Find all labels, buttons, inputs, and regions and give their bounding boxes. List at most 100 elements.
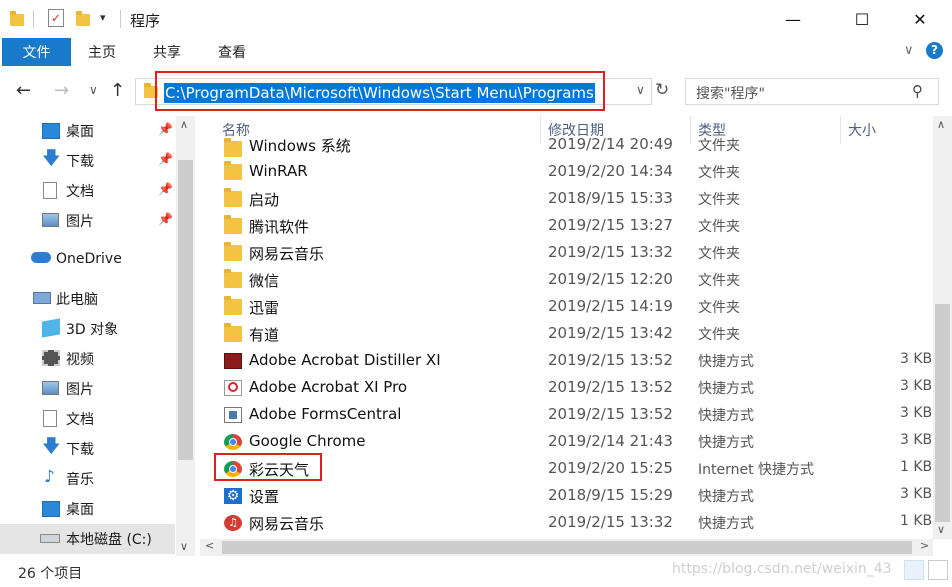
tab-view[interactable]: 查看 [218,38,246,66]
folder-icon [224,269,242,288]
item-count: 26 个项目 [18,566,83,582]
nav-item-pictures-pc[interactable]: 图片 [0,374,175,404]
file-row[interactable]: WinRAR 2019/2/20 14:34 文件夹 [200,158,933,185]
scroll-left-icon[interactable]: < [205,539,214,552]
nav-item-this-pc[interactable]: 此电脑 [0,284,175,314]
nav-item-3d-objects[interactable]: 3D 对象 [0,314,175,344]
picture-icon [42,213,59,227]
pin-icon[interactable]: 📌 [158,182,173,196]
file-row[interactable]: Adobe Acrobat Distiller XI 2019/2/15 13:… [200,347,933,374]
pin-icon[interactable]: 📌 [158,212,173,226]
back-arrow-icon[interactable]: ← [16,80,31,101]
refresh-icon[interactable]: ↻ [655,80,669,100]
scroll-down-icon[interactable]: ∨ [937,523,945,536]
minimize-button[interactable]: — [770,0,816,38]
watermark: https://blog.csdn.net/weixin_43 [672,561,892,577]
folder-icon [224,323,242,342]
expand-ribbon-icon[interactable]: ∨ [904,43,914,58]
download-icon: 🡇 [42,148,61,169]
settings-gear-icon: ⚙ [224,488,242,504]
nav-item-desktop[interactable]: 桌面 📌 [0,116,175,146]
search-placeholder: 搜索"程序" [696,86,765,102]
scroll-down-icon[interactable]: ∨ [180,540,188,553]
window-title: 程序 [130,12,161,30]
music-icon: ♪ [44,467,55,487]
ribbon-tabs: 文件 主页 共享 查看 ∨ ? [0,38,952,68]
file-row[interactable]: Google Chrome 2019/2/14 21:43 快捷方式 3 KB [200,428,933,455]
tab-file[interactable]: 文件 [2,38,71,66]
maximize-button[interactable]: ☐ [839,0,885,38]
title-bar: ✓ ▾ 程序 — ☐ ✕ [0,0,952,38]
file-row[interactable]: Windows 系统 2019/2/14 20:49 文件夹 [200,131,933,158]
file-row[interactable]: 微信 2019/2/15 12:20 文件夹 [200,266,933,293]
nav-item-downloads[interactable]: 🡇 下载 📌 [0,146,175,176]
scrollbar-thumb[interactable] [935,304,950,522]
acrobat-distiller-icon [224,353,242,369]
onedrive-cloud-icon [31,252,51,263]
status-bar: 26 个项目 https://blog.csdn.net/weixin_43 [0,556,952,587]
highlight-box [155,71,605,111]
nav-item-downloads-pc[interactable]: 🡇 下载 [0,434,175,464]
video-icon [42,350,60,366]
file-list-scrollbar[interactable]: ∧ ∨ [933,116,952,539]
download-icon: 🡇 [42,436,61,457]
file-row[interactable]: Adobe Acrobat XI Pro 2019/2/15 13:52 快捷方… [200,374,933,401]
up-arrow-icon[interactable]: ↑ [110,80,125,101]
file-row[interactable]: ⚙ 设置 2018/9/15 15:29 快捷方式 3 KB [200,482,933,509]
document-icon [43,182,57,199]
tab-share[interactable]: 共享 [153,38,181,66]
file-row[interactable]: 腾讯软件 2019/2/15 13:27 文件夹 [200,212,933,239]
3d-objects-icon [42,318,60,338]
forward-arrow-icon[interactable]: → [54,80,69,101]
nav-item-onedrive[interactable]: OneDrive [0,244,175,274]
pin-icon[interactable]: 📌 [158,122,173,136]
file-row[interactable]: 有道 2019/2/15 13:42 文件夹 [200,320,933,347]
search-input[interactable]: 搜索"程序" ⚲ [685,78,939,105]
scrollbar-thumb[interactable] [222,541,912,554]
nav-item-documents-pc[interactable]: 文档 [0,404,175,434]
scrollbar-thumb[interactable] [178,160,193,460]
scroll-up-icon[interactable]: ∧ [180,118,188,131]
address-dropdown-icon[interactable]: ∨ [636,83,645,97]
folder-icon [224,161,242,180]
details-view-icon[interactable] [904,560,924,580]
sort-ascending-icon: ^ [372,116,382,123]
nav-item-desktop-pc[interactable]: 桌面 [0,494,175,524]
file-row[interactable]: 迅雷 2019/2/15 14:19 文件夹 [200,293,933,320]
folder-icon [224,138,242,157]
scroll-right-icon[interactable]: > [920,539,929,552]
document-icon [43,410,57,427]
close-button[interactable]: ✕ [897,0,943,38]
customize-toolbar-icon[interactable]: ▾ [100,11,106,24]
nav-item-music[interactable]: ♪ 音乐 [0,464,175,494]
help-icon[interactable]: ? [926,42,943,59]
file-row[interactable]: 启动 2018/9/15 15:33 文件夹 [200,185,933,212]
nav-item-documents[interactable]: 文档 📌 [0,176,175,206]
highlight-box [214,453,322,481]
desktop-icon [42,501,60,517]
nav-scrollbar[interactable]: ∧ ∨ [176,116,195,556]
divider [33,10,34,28]
large-icons-view-icon[interactable] [928,560,948,580]
scroll-up-icon[interactable]: ∧ [937,118,945,131]
file-row[interactable]: 网易云音乐 2019/2/15 13:32 文件夹 [200,239,933,266]
search-icon[interactable]: ⚲ [912,82,923,100]
folder-icon [224,188,242,207]
file-row[interactable]: ♫ 网易云音乐 2019/2/15 13:32 快捷方式 1 KB [200,509,933,536]
formscentral-icon [224,407,242,423]
netease-music-icon: ♫ [224,515,242,531]
nav-item-local-disk[interactable]: 本地磁盘 (C:) [0,524,175,554]
tab-home[interactable]: 主页 [88,38,116,66]
pin-icon[interactable]: 📌 [158,152,173,166]
recent-locations-icon[interactable]: ∨ [89,83,98,97]
nav-item-pictures[interactable]: 图片 📌 [0,206,175,236]
drive-icon [40,534,60,543]
folder-icon[interactable] [10,11,24,26]
properties-icon[interactable]: ✓ [48,9,64,27]
nav-item-videos[interactable]: 视频 [0,344,175,374]
file-row[interactable]: Adobe FormsCentral 2019/2/15 13:52 快捷方式 … [200,401,933,428]
horizontal-scrollbar[interactable]: < > [200,539,933,556]
picture-icon [42,381,59,395]
folder-icon [224,215,242,234]
new-folder-icon[interactable] [76,11,90,26]
